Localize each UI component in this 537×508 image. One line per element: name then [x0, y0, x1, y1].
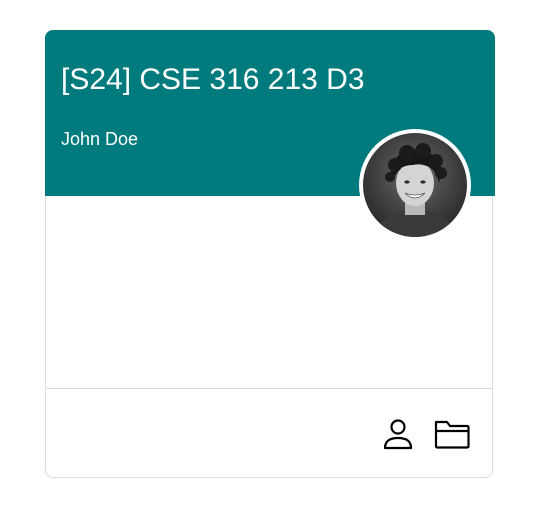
course-card-body — [46, 196, 492, 388]
course-card-footer — [46, 389, 492, 477]
course-card[interactable]: [S24] CSE 316 213 D3 John Doe — [45, 30, 495, 478]
person-icon[interactable] — [378, 417, 418, 451]
course-title[interactable]: [S24] CSE 316 213 D3 — [61, 62, 365, 98]
folder-icon[interactable] — [432, 417, 472, 451]
teacher-name[interactable]: John Doe — [61, 128, 138, 150]
